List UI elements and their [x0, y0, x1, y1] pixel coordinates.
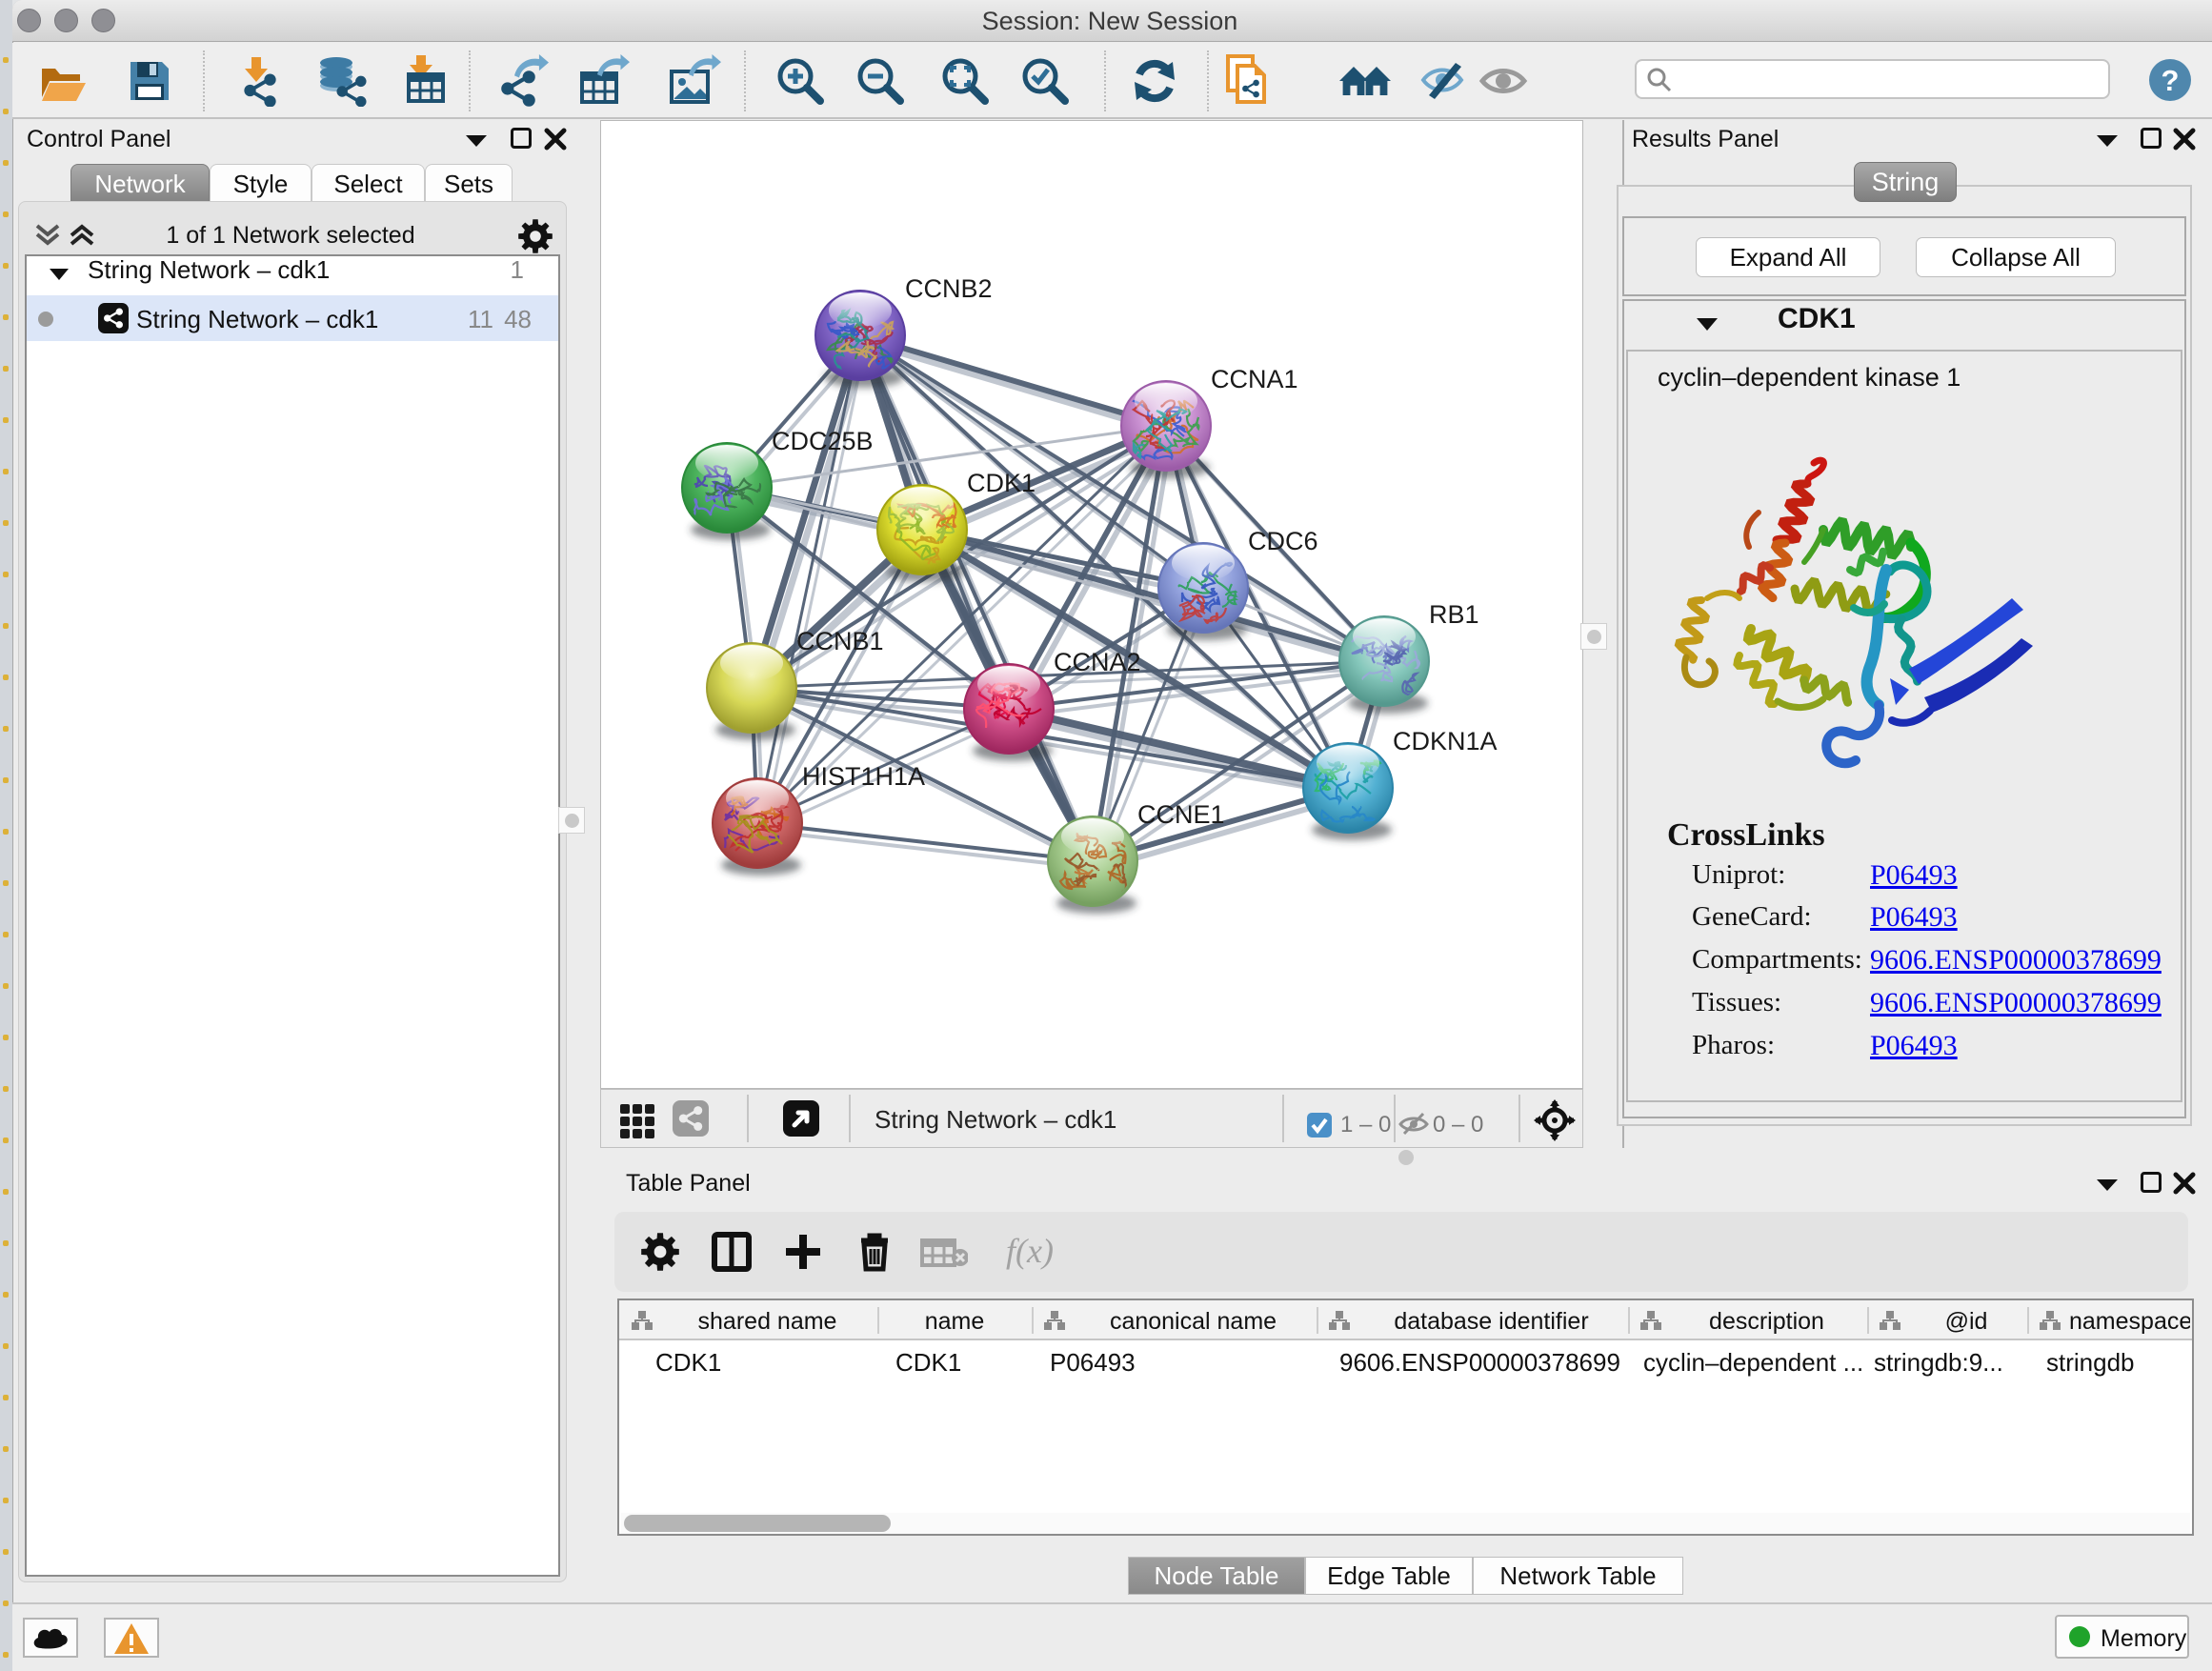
svg-text:CCNB1: CCNB1: [796, 627, 884, 655]
svg-text:CCNB2: CCNB2: [905, 274, 993, 303]
svg-text:CDK1: CDK1: [967, 469, 1036, 497]
svg-text:CCNA2: CCNA2: [1054, 648, 1141, 676]
svg-text:CDC6: CDC6: [1248, 527, 1318, 555]
svg-text:CCNE1: CCNE1: [1137, 800, 1225, 829]
svg-text:CDKN1A: CDKN1A: [1393, 727, 1498, 755]
svg-text:HIST1H1A: HIST1H1A: [802, 762, 925, 791]
svg-text:RB1: RB1: [1429, 600, 1479, 629]
svg-text:CDC25B: CDC25B: [772, 427, 874, 455]
svg-text:CCNA1: CCNA1: [1211, 365, 1298, 393]
